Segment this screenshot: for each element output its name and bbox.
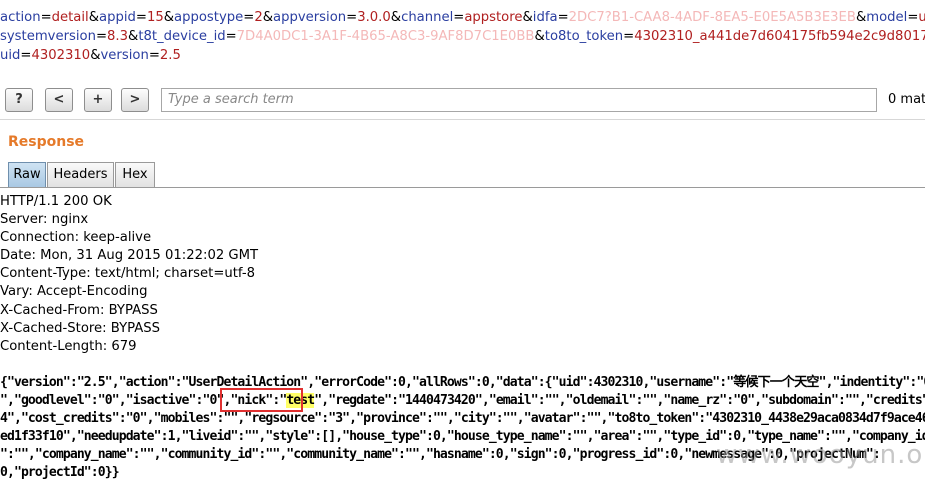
response-title: Response [8, 134, 85, 150]
response-headers: HTTP/1.1 200 OK Server: nginx Connection… [0, 193, 258, 356]
param-name: uid [0, 48, 21, 63]
param-value: 4302310_a441de7d604175fb594e2c9d8017d1f9 [634, 29, 925, 44]
watermark: www.wooyun.org [716, 440, 925, 470]
add-button[interactable]: + [84, 88, 112, 112]
param-name: idfa [532, 10, 558, 25]
prev-match-button[interactable]: < [45, 88, 73, 112]
request-line-1: action=detail&appid=15&appostype=2&appve… [0, 8, 925, 27]
param-name: t8t_device_id [138, 29, 226, 44]
header-line: X-Cached-From: BYPASS [0, 302, 158, 318]
tab-underline [0, 187, 925, 188]
param-value: detail [51, 10, 89, 25]
status-line: HTTP/1.1 200 OK [0, 194, 112, 209]
next-match-button[interactable]: > [121, 88, 149, 112]
param-name: model [866, 10, 908, 25]
param-value: 4302310 [31, 48, 91, 63]
param-value: appstore [464, 10, 523, 25]
header-line: Connection: keep-alive [0, 230, 152, 246]
param-name: action [0, 10, 41, 25]
param-name: version [100, 48, 149, 63]
request-line-2: systemversion=8.3&t8t_device_id=7D4A0DC1… [0, 27, 925, 46]
match-count: 0 matches [888, 92, 925, 107]
param-value: 8.3 [107, 29, 129, 44]
search-toolbar: ? < + > Type a search term 0 matches [0, 88, 925, 114]
body-text: ","regdate":"1440473420","email":"","old… [314, 393, 925, 409]
param-value-redacted: 7D4A0DC1-3A1F-4B65-A8C3-9AF8D7C1E0BB [236, 29, 535, 44]
param-name: channel [401, 10, 454, 25]
body-line: ","goodlevel":"0","isactive":"0","nick":… [0, 392, 925, 410]
header-line: Content-Type: text/html; charset=utf-8 [0, 266, 255, 282]
param-value: user [918, 10, 925, 25]
header-line: Vary: Accept-Encoding [0, 284, 148, 300]
param-name: appversion [273, 10, 347, 25]
tab-headers[interactable]: Headers [47, 162, 114, 187]
tab-hex[interactable]: Hex [115, 162, 155, 187]
header-line: X-Cached-Store: BYPASS [0, 320, 161, 336]
search-input[interactable]: Type a search term [161, 88, 877, 112]
body-line: {"version":"2.5","action":"UserDetailAct… [0, 375, 925, 390]
header-line: Server: nginx [0, 212, 89, 228]
param-value: 2 [254, 10, 263, 25]
header-line: Content-Length: 679 [0, 338, 137, 354]
divider [0, 119, 925, 120]
param-value: 15 [146, 10, 164, 25]
param-name: systemversion [0, 29, 96, 44]
param-value: 2.5 [159, 48, 181, 63]
param-value-redacted: 2DC7?B1-CAA8-4ADF-8EA5-E0E5A5B3E3EB [568, 10, 856, 25]
highlight-box [220, 388, 303, 412]
request-line-3: uid=4302310&version=2.5 [0, 48, 181, 63]
tab-raw[interactable]: Raw [8, 162, 46, 187]
body-text: ","goodlevel":"0","isactive":"0", [0, 393, 231, 409]
param-name: appostype [174, 10, 244, 25]
header-line: Date: Mon, 31 Aug 2015 01:22:02 GMT [0, 248, 259, 264]
body-line: 4","cost_credits":"0","mobiles":"","regs… [0, 411, 925, 427]
help-button[interactable]: ? [5, 88, 33, 112]
param-value: 3.0.0 [357, 10, 391, 25]
param-name: appid [99, 10, 136, 25]
request-params: action=detail&appid=15&appostype=2&appve… [0, 8, 925, 65]
param-name: to8to_token [544, 29, 624, 44]
